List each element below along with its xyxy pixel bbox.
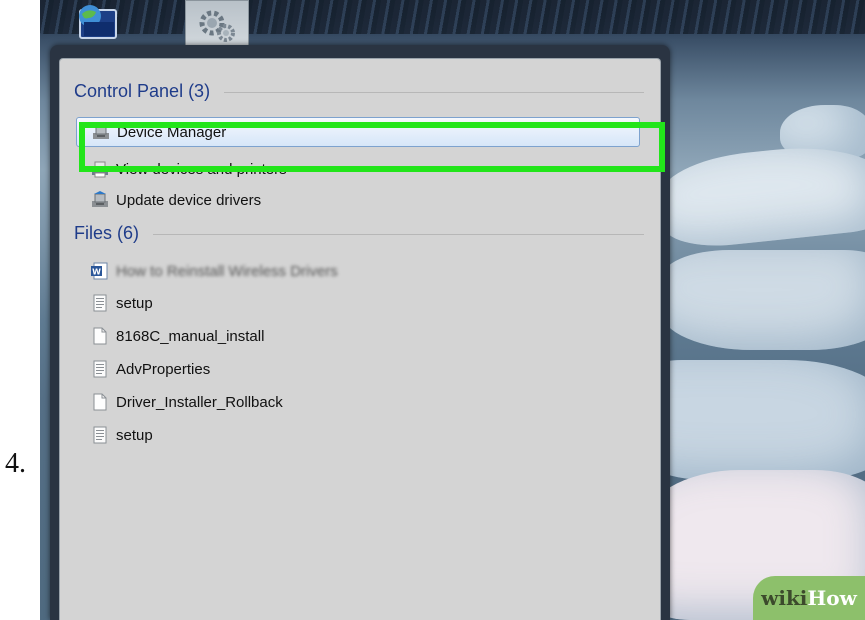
result-label: View devices and printers [116, 160, 287, 178]
result-file-driver-installer-rollback[interactable]: Driver_Installer_Rollback [90, 390, 283, 414]
blank-file-icon [93, 327, 107, 345]
result-label: Device Manager [117, 123, 227, 141]
printer-icon [92, 161, 108, 178]
text-file-icon [93, 426, 107, 444]
result-label: setup [116, 426, 153, 444]
control-panel-section-header: Control Panel (3) [74, 81, 644, 102]
result-file-setup[interactable]: setup [90, 291, 153, 315]
control-panel-tab[interactable] [185, 0, 249, 47]
blank-file-icon [93, 393, 107, 411]
section-title: Control Panel (3) [74, 81, 211, 101]
device-manager-icon [93, 123, 109, 139]
gear-icon [199, 10, 235, 42]
result-update-device-drivers[interactable]: Update device drivers [90, 188, 261, 212]
watermark-how: How [807, 586, 857, 610]
search-results-pane: Control Panel (3) Device Manager View de… [59, 58, 665, 620]
section-divider [224, 92, 644, 93]
result-file-word-document[interactable]: W How to Reinstall Wireless Drivers [90, 259, 338, 283]
result-label: Driver_Installer_Rollback [116, 393, 283, 411]
result-file-advproperties[interactable]: AdvProperties [90, 357, 210, 381]
result-label: How to Reinstall Wireless Drivers [116, 262, 338, 280]
section-title: Files (6) [74, 223, 140, 243]
wikihow-watermark: wiki How [753, 576, 865, 620]
taskbar [40, 0, 865, 48]
svg-text:W: W [92, 268, 101, 277]
device-manager-icon [92, 191, 108, 207]
section-divider [153, 234, 644, 235]
result-file-8168c-manual-install[interactable]: 8168C_manual_install [90, 324, 264, 348]
windows-desktop-screenshot: Control Panel (3) Device Manager View de… [40, 0, 865, 620]
result-device-manager[interactable]: Device Manager [76, 117, 640, 147]
start-menu: Control Panel (3) Device Manager View de… [50, 45, 670, 620]
ice-floe [660, 250, 865, 350]
result-label: Update device drivers [116, 191, 262, 209]
result-label: 8168C_manual_install [116, 327, 265, 345]
step-number: 4. [5, 448, 26, 479]
files-section-header: Files (6) [74, 223, 644, 244]
result-label: AdvProperties [116, 360, 211, 378]
text-file-icon [93, 294, 107, 312]
text-file-icon [93, 360, 107, 378]
result-file-setup[interactable]: setup [90, 423, 153, 447]
result-label: setup [116, 294, 153, 312]
globe-icon[interactable] [70, 2, 124, 44]
watermark-wiki: wiki [761, 586, 808, 610]
result-view-devices-and-printers[interactable]: View devices and printers [90, 157, 287, 181]
ice-floe [655, 138, 865, 252]
word-document-icon: W [91, 262, 108, 280]
